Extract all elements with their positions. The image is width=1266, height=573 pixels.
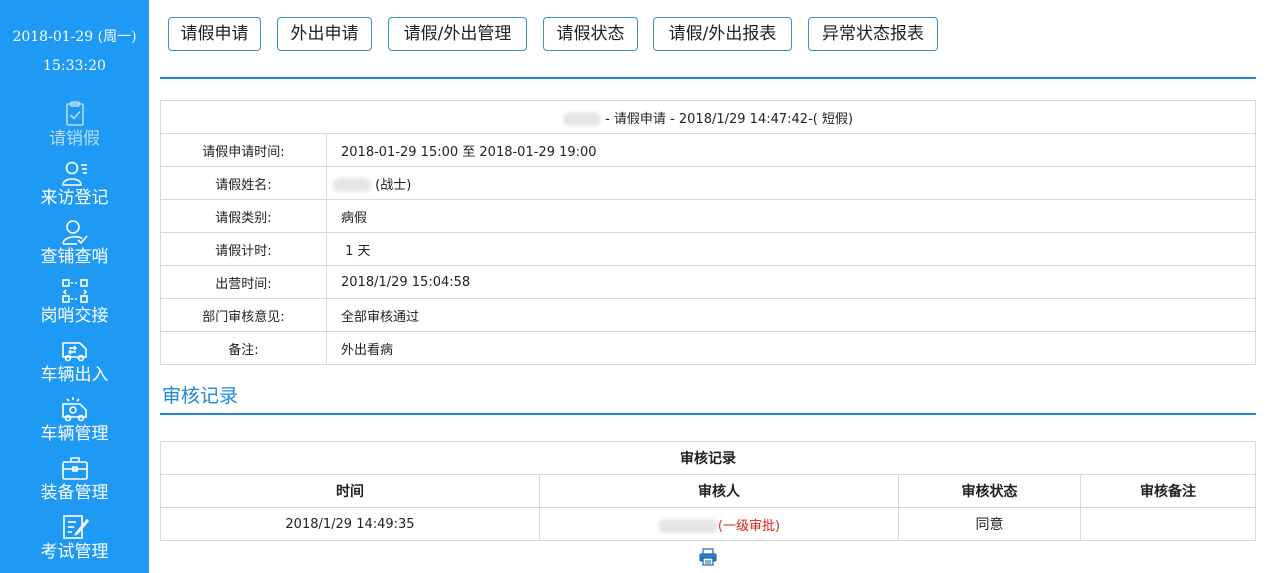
detail-title-row: - 请假申请 - 2018/1/29 14:47:42-( 短假) [160, 100, 1256, 134]
redacted-name [562, 112, 601, 126]
detail-key: 备注: [160, 331, 327, 365]
column-header-remark: 审核备注 [1080, 474, 1256, 508]
detail-value: 全部审核通过 [326, 298, 1256, 332]
exchange-icon [60, 276, 90, 306]
detail-key: 请假申请时间: [160, 133, 327, 167]
audit-auditor-level: (一级审批) [717, 518, 781, 534]
redacted-name [657, 519, 718, 533]
top-divider [160, 77, 1256, 79]
leave-outing-report-button[interactable]: 请假/外出报表 [653, 17, 792, 51]
audit-table-title: 审核记录 [160, 441, 1256, 475]
redacted-name [333, 178, 371, 192]
nav-item-leave[interactable]: 请销假 [0, 99, 149, 158]
detail-value: 外出看病 [326, 331, 1256, 365]
nav-item-vehicle-access[interactable]: 车辆出入 [0, 335, 149, 394]
sidebar: 2018-01-29 (周一) 15:33:20 请销假 来访登记 查铺查哨 岗… [0, 0, 149, 573]
leave-apply-button[interactable]: 请假申请 [168, 17, 261, 51]
audit-status: 同意 [898, 507, 1081, 541]
nav-item-label: 车辆出入 [40, 365, 109, 385]
audit-table: 审核记录 时间 审核人 审核状态 审核备注 2018/1/29 14:49:35… [160, 441, 1256, 541]
audit-remark [1080, 507, 1256, 541]
column-header-auditor: 审核人 [539, 474, 899, 508]
nav-item-vehicle-manage[interactable]: 车辆管理 [0, 394, 149, 453]
nav-item-exam[interactable]: 考试管理 [0, 512, 149, 571]
detail-value: 病假 [326, 199, 1256, 233]
briefcase-icon [60, 453, 90, 483]
table-row: 请假申请时间: 2018-01-29 15:00 至 2018-01-29 19… [160, 133, 1256, 167]
nav-item-label: 考试管理 [40, 542, 109, 562]
printer-icon[interactable] [699, 548, 717, 566]
audit-divider [160, 413, 1256, 415]
audit-section-title: 审核记录 [162, 385, 239, 407]
table-row: 出营时间: 2018/1/29 15:04:58 [160, 265, 1256, 299]
column-header-status: 审核状态 [898, 474, 1081, 508]
sidebar-date: 2018-01-29 (周一) [12, 29, 137, 45]
vehicle-exchange-icon [60, 335, 90, 365]
leave-status-button[interactable]: 请假状态 [543, 17, 638, 51]
nav-item-visitor[interactable]: 来访登记 [0, 158, 149, 217]
table-row: 2018/1/29 14:49:35 (一级审批) 同意 [160, 507, 1256, 541]
clipboard-check-icon [60, 99, 90, 129]
nav-item-inspection[interactable]: 查铺查哨 [0, 217, 149, 276]
audit-auditor-cell: (一级审批) [539, 507, 899, 541]
detail-key: 请假姓名: [160, 166, 327, 200]
table-row: 部门审核意见: 全部审核通过 [160, 298, 1256, 332]
audit-time: 2018/1/29 14:49:35 [160, 507, 540, 541]
audit-header-row: 时间 审核人 审核状态 审核备注 [160, 474, 1256, 508]
leave-detail-table: - 请假申请 - 2018/1/29 14:47:42-( 短假) 请假申请时间… [160, 100, 1256, 365]
nav-item-guard-handover[interactable]: 岗哨交接 [0, 276, 149, 335]
table-row: 请假计时: 1 天 [160, 232, 1256, 266]
sidebar-time: 15:33:20 [43, 58, 106, 74]
detail-value: 2018/1/29 15:04:58 [326, 265, 1256, 299]
nav-item-label: 装备管理 [40, 483, 109, 503]
user-check-icon [60, 217, 90, 247]
detail-key: 请假计时: [160, 232, 327, 266]
detail-key: 请假类别: [160, 199, 327, 233]
nav-item-label: 查铺查哨 [40, 247, 109, 267]
table-row: 请假姓名: (战士) [160, 166, 1256, 200]
nav-item-label: 岗哨交接 [40, 306, 109, 326]
outing-apply-button[interactable]: 外出申请 [277, 17, 372, 51]
detail-value-cell: (战士) [326, 166, 1256, 200]
abnormal-status-report-button[interactable]: 异常状态报表 [808, 17, 938, 51]
nav-item-label: 车辆管理 [40, 424, 109, 444]
vehicle-manage-icon [60, 394, 90, 424]
detail-title-text: - 请假申请 - 2018/1/29 14:47:42-( 短假) [605, 111, 854, 127]
nav-item-label: 请销假 [49, 129, 100, 149]
detail-value: 2018-01-29 15:00 至 2018-01-29 19:00 [326, 133, 1256, 167]
detail-key: 部门审核意见: [160, 298, 327, 332]
nav-item-equipment[interactable]: 装备管理 [0, 453, 149, 512]
column-header-time: 时间 [160, 474, 540, 508]
table-row: 请假类别: 病假 [160, 199, 1256, 233]
detail-title: - 请假申请 - 2018/1/29 14:47:42-( 短假) [160, 100, 1256, 134]
detail-value: (战士) [375, 177, 412, 193]
detail-key: 出营时间: [160, 265, 327, 299]
table-row: 备注: 外出看病 [160, 331, 1256, 365]
leave-outing-manage-button[interactable]: 请假/外出管理 [388, 17, 527, 51]
user-list-icon [60, 158, 90, 188]
detail-value: 1 天 [326, 232, 1256, 266]
nav-item-label: 来访登记 [40, 188, 109, 208]
exam-edit-icon [60, 512, 90, 542]
audit-title-row: 审核记录 [160, 441, 1256, 475]
